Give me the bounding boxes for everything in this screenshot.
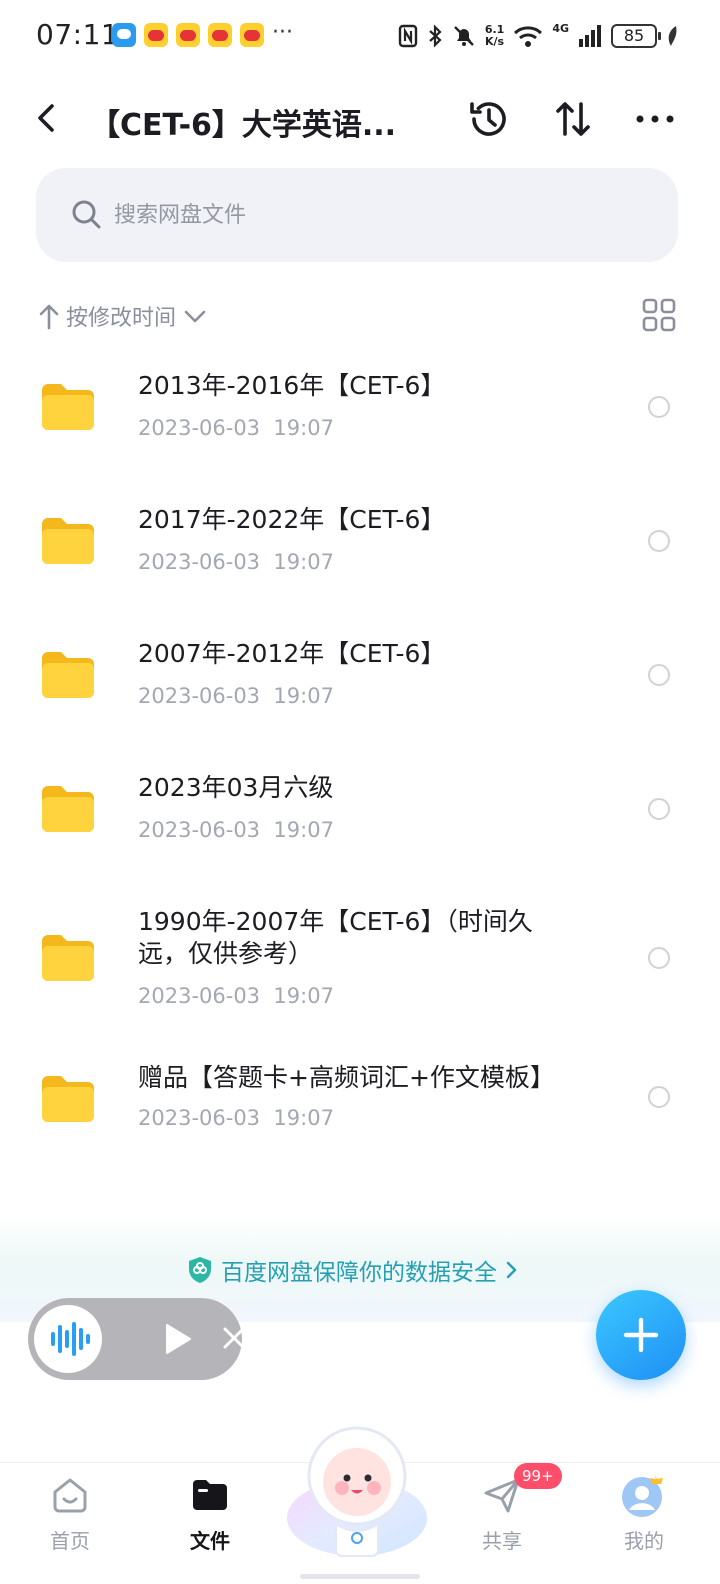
select-checkbox[interactable] xyxy=(648,664,670,686)
folder-row[interactable]: 2007年-2012年【CET-6】 2023-06-03 19:07 xyxy=(0,620,720,730)
folder-icon xyxy=(42,1076,94,1122)
add-button[interactable] xyxy=(596,1290,686,1380)
sort-order-icon[interactable] xyxy=(550,96,596,142)
back-icon[interactable] xyxy=(30,100,66,136)
folder-icon xyxy=(193,1480,227,1510)
navigation-bar: 【CET-6】大学英语... xyxy=(0,82,720,156)
search-input[interactable] xyxy=(114,196,614,234)
folder-row[interactable]: 2017年-2022年【CET-6】 2023-06-03 19:07 xyxy=(0,486,720,596)
weibo-notification-icon xyxy=(144,23,168,47)
folder-icon xyxy=(42,935,94,981)
file-modified-time: 2023-06-03 19:07 xyxy=(138,550,334,574)
file-name: 2007年-2012年【CET-6】 xyxy=(138,639,446,668)
tab-label: 我的 xyxy=(624,1529,664,1553)
select-checkbox[interactable] xyxy=(648,947,670,969)
select-checkbox[interactable] xyxy=(648,530,670,552)
audio-wave-icon xyxy=(51,1322,90,1356)
folder-row[interactable]: 2013年-2016年【CET-6】 2023-06-03 19:07 xyxy=(0,352,720,462)
select-checkbox[interactable] xyxy=(648,1086,670,1108)
weibo-notification-icon xyxy=(208,23,232,47)
history-icon[interactable] xyxy=(466,96,512,142)
home-indicator xyxy=(300,1574,420,1579)
status-icons: 6.1 K/s 4G 85 xyxy=(398,20,680,52)
folder-icon xyxy=(42,384,94,430)
message-app-icon xyxy=(112,23,136,47)
shield-icon xyxy=(189,1257,211,1283)
file-modified-time: 2023-06-03 19:07 xyxy=(138,416,334,440)
select-checkbox[interactable] xyxy=(648,798,670,820)
file-time: 19:07 xyxy=(273,818,334,842)
file-modified-time: 2023-06-03 19:07 xyxy=(138,984,334,1008)
play-icon[interactable] xyxy=(164,1323,192,1355)
tab-label: 共享 xyxy=(482,1529,522,1553)
search-box[interactable] xyxy=(36,168,678,262)
file-name: 2013年-2016年【CET-6】 xyxy=(138,371,446,400)
file-time: 19:07 xyxy=(273,684,334,708)
more-icon[interactable] xyxy=(632,96,678,142)
grid-view-icon[interactable] xyxy=(642,298,676,332)
mute-bell-icon xyxy=(453,26,474,46)
audio-wave-button[interactable] xyxy=(34,1305,102,1373)
home-icon xyxy=(53,1478,87,1513)
file-name: 赠品【答题卡+高频词汇+作文模板】 xyxy=(138,1063,555,1092)
mascot-assistant-button[interactable] xyxy=(284,1424,430,1562)
folder-row[interactable]: 2023年03月六级 2023-06-03 19:07 xyxy=(0,754,720,864)
bluetooth-icon xyxy=(429,24,442,48)
folder-row[interactable]: 赠品【答题卡+高频词汇+作文模板】 2023-06-03 19:07 xyxy=(0,1044,720,1154)
file-time: 19:07 xyxy=(273,984,334,1008)
status-time: 07:11 xyxy=(36,18,120,51)
safety-text: 百度网盘保障你的数据安全 xyxy=(221,1260,497,1286)
nfc-icon xyxy=(398,24,418,48)
file-time: 19:07 xyxy=(273,1106,334,1130)
file-date: 2023-06-03 xyxy=(138,550,261,574)
file-name: 1990年-2007年【CET-6】（时间久远，仅供参考） xyxy=(138,907,533,968)
folder-row[interactable]: 1990年-2007年【CET-6】（时间久远，仅供参考） 2023-06-03… xyxy=(0,888,720,1028)
file-time: 19:07 xyxy=(273,416,334,440)
file-date: 2023-06-03 xyxy=(138,984,261,1008)
folder-icon xyxy=(42,652,94,698)
audio-player[interactable] xyxy=(28,1298,245,1380)
file-name: 2023年03月六级 xyxy=(138,773,334,802)
chevron-right-icon xyxy=(506,1261,517,1279)
weibo-notification-icon xyxy=(176,23,200,47)
file-date: 2023-06-03 xyxy=(138,416,261,440)
file-date: 2023-06-03 xyxy=(138,818,261,842)
file-name: 2017年-2022年【CET-6】 xyxy=(138,505,446,534)
status-bar: 07:11 ··· 6.1 K/s 4G 85 xyxy=(0,0,720,72)
file-modified-time: 2023-06-03 19:07 xyxy=(138,1106,334,1130)
weibo-notification-icon xyxy=(240,23,264,47)
notification-badge: 99+ xyxy=(514,1463,562,1489)
folder-icon xyxy=(42,786,94,832)
leaf-icon xyxy=(668,26,677,46)
battery-indicator: 85 xyxy=(611,24,661,48)
profile-icon xyxy=(622,1474,663,1517)
signal-icon xyxy=(579,25,601,47)
sort-label: 按修改时间 xyxy=(66,306,177,331)
wifi-icon xyxy=(514,26,543,47)
network-speed: 6.1 K/s xyxy=(485,24,505,48)
search-icon xyxy=(72,200,101,229)
chevron-down-icon xyxy=(184,310,206,323)
network-speed-unit: K/s xyxy=(485,35,505,48)
plus-icon xyxy=(623,1317,659,1353)
file-modified-time: 2023-06-03 19:07 xyxy=(138,684,334,708)
file-modified-time: 2023-06-03 19:07 xyxy=(138,818,334,842)
file-time: 19:07 xyxy=(273,550,334,574)
file-date: 2023-06-03 xyxy=(138,684,261,708)
folder-icon xyxy=(42,518,94,564)
network-type: 4G xyxy=(552,22,569,35)
safety-link[interactable]: 百度网盘保障你的数据安全 xyxy=(187,1254,519,1286)
sort-selector[interactable]: 按修改时间 xyxy=(38,296,208,336)
arrow-up-icon xyxy=(39,304,59,330)
tab-label: 文件 xyxy=(190,1529,230,1553)
file-date: 2023-06-03 xyxy=(138,1106,261,1130)
tab-label: 首页 xyxy=(50,1529,90,1553)
select-checkbox[interactable] xyxy=(648,396,670,418)
more-notifications-indicator: ··· xyxy=(272,20,293,45)
close-icon[interactable] xyxy=(222,1326,246,1350)
page-title: 【CET-6】大学英语... xyxy=(90,108,397,143)
